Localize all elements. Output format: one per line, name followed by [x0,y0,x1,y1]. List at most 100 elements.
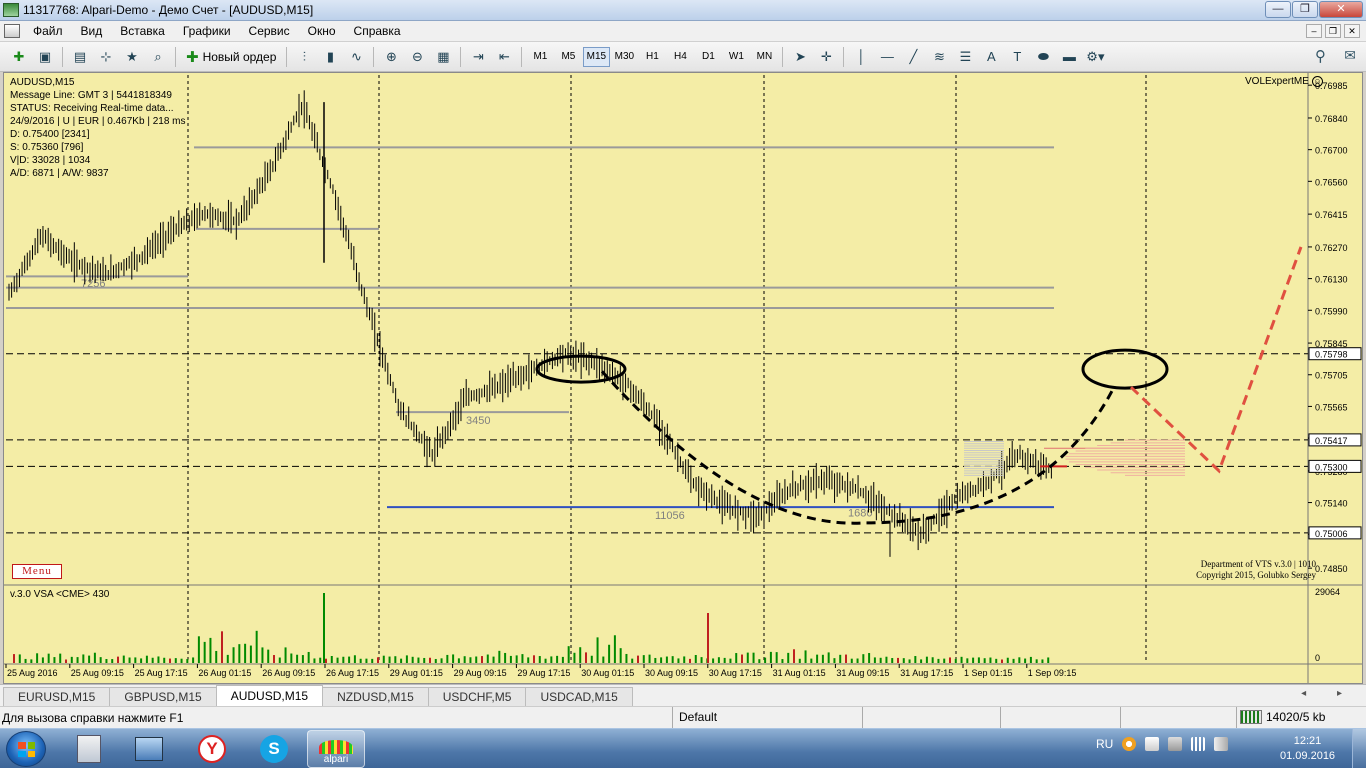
mdi-restore-button[interactable]: ❐ [1325,24,1341,38]
chart-info-block: AUDUSD,M15 Message Line: GMT 3 | 5441818… [10,76,186,180]
timeframe-mn[interactable]: MN [751,47,778,67]
time-tick-label: 31 Aug 17:15 [900,668,953,678]
new-chart-icon[interactable]: ✚ [8,46,30,68]
mdi-controls: – ❐ ✕ [1306,24,1360,38]
autoscroll-icon[interactable]: ⇥ [467,46,489,68]
show-desktop-button[interactable] [1352,729,1366,768]
subwindow-scale-top: 29064 [1315,587,1340,597]
navigator-icon[interactable]: ★ [121,46,143,68]
timeframe-m30[interactable]: M30 [611,47,638,67]
taskbar-skype[interactable]: S [245,730,303,768]
connection-status[interactable]: 14020/5 kb [1240,710,1325,724]
bar-chart-icon[interactable]: ⫶ [293,46,315,68]
action-center-icon[interactable] [1145,737,1160,751]
candlestick-icon[interactable]: ▮ [319,46,341,68]
line-chart-icon[interactable]: ∿ [345,46,367,68]
timeframe-h4[interactable]: H4 [667,47,694,67]
system-clock[interactable]: 12:21 01.09.2016 [1280,734,1335,764]
menu-view[interactable]: Вид [72,24,112,38]
tile-windows-icon[interactable]: ▦ [432,46,454,68]
menu-help[interactable]: Справка [345,24,410,38]
info-line: V|D: 33028 | 1034 [10,155,91,166]
cursor-icon[interactable]: ➤ [789,46,811,68]
text-label-tool[interactable]: T [1006,46,1028,68]
ellipse-icon[interactable]: ⬬ [1032,46,1054,68]
vertical-line-icon[interactable]: │ [850,46,872,68]
forecast-path [1129,246,1303,474]
time-tick-label: 31 Aug 09:15 [836,668,889,678]
text-tool[interactable]: A [980,46,1002,68]
expert-smiley-icon: ☺ [1311,76,1323,87]
close-button[interactable]: ✕ [1319,1,1363,18]
price-chart[interactable]: 7256345011056 16800.769850.768400.767000.… [4,73,1362,683]
cup-pattern-curve [600,370,1116,525]
minimize-button[interactable]: — [1265,1,1291,18]
menu-charts[interactable]: Графики [174,24,240,38]
taskbar-alpari[interactable]: alpari [307,730,365,768]
menu-tools[interactable]: Сервис [240,24,299,38]
time-tick-label: 26 Aug 09:15 [262,668,315,678]
channel-icon[interactable]: ≋ [928,46,950,68]
new-order-button[interactable]: ✚ Новый ордер [180,46,282,68]
chart-shift-icon[interactable]: ⇤ [493,46,515,68]
horizontal-line-icon[interactable]: — [876,46,898,68]
zoom-out-icon[interactable]: ⊖ [406,46,428,68]
tab-gbpusd[interactable]: GBPUSD,M15 [109,687,217,706]
mdi-close-button[interactable]: ✕ [1344,24,1360,38]
menu-bar: Файл Вид Вставка Графики Сервис Окно Спр… [0,21,1366,42]
price-tick-label: 0.76415 [1315,210,1348,220]
menu-insert[interactable]: Вставка [111,24,174,38]
start-button[interactable] [6,731,46,767]
shapes-dropdown-icon[interactable]: ⚙▾ [1084,46,1106,68]
volume-icon[interactable] [1214,737,1229,751]
language-indicator[interactable]: RU [1096,737,1113,751]
tray-app-icon[interactable] [1122,737,1137,751]
time-tick-label: 29 Aug 01:15 [390,668,443,678]
timeframe-m1[interactable]: M1 [527,47,554,67]
fibonacci-icon[interactable]: ☰ [954,46,976,68]
chart-window[interactable]: 7256 3450 11056 1680 0.76985 0.76840 0.76700 0.… [3,72,1363,684]
profiles-icon[interactable]: ▣ [34,46,56,68]
document-icon[interactable] [4,24,20,38]
rectangle-icon[interactable]: ▬ [1058,46,1080,68]
timeframe-w1[interactable]: W1 [723,47,750,67]
market-watch-icon[interactable]: ▤ [69,46,91,68]
crosshair-icon[interactable]: ✛ [815,46,837,68]
tab-audusd[interactable]: AUDUSD,M15 [215,685,324,706]
menu-window[interactable]: Окно [299,24,345,38]
alpari-icon: alpari [314,733,358,765]
taskbar-network[interactable] [120,730,178,768]
info-line: Message Line: GMT 3 | 5441818349 [10,90,172,101]
tab-scroll-arrows[interactable]: ◂ ▸ [1301,688,1356,699]
search-icon[interactable]: ⚲ [1315,47,1326,65]
menu-file[interactable]: Файл [24,24,72,38]
new-order-icon: ✚ [186,48,199,66]
timeframe-d1[interactable]: D1 [695,47,722,67]
chart-symbol: AUDUSD,M15 [10,77,75,88]
expert-advisor-label[interactable]: VOLExpertME ☺ [1245,76,1323,87]
price-highlight-label: 0.75006 [1315,529,1348,539]
timeframe-m15[interactable]: M15 [582,46,610,67]
zoom-in-icon[interactable]: ⊕ [380,46,402,68]
strategy-tester-icon[interactable]: ⌕ [147,46,169,68]
tab-usdchf[interactable]: USDCHF,M5 [427,687,527,706]
maximize-button[interactable]: ❐ [1292,1,1318,18]
chat-icon[interactable]: ✉ [1344,47,1356,64]
timeframe-m5[interactable]: M5 [555,47,582,67]
signal-tray-icon[interactable] [1191,737,1206,751]
taskbar-yandex[interactable]: Y [183,730,241,768]
time-tick-label: 29 Aug 09:15 [454,668,507,678]
timeframe-h1[interactable]: H1 [639,47,666,67]
tab-nzdusd[interactable]: NZDUSD,M15 [322,687,429,706]
chart-menu-button[interactable]: Menu [12,564,62,579]
data-window-icon[interactable]: ⊹ [95,46,117,68]
network-tray-icon[interactable] [1168,737,1183,751]
time-tick-label: 25 Aug 17:15 [135,668,188,678]
price-tick-label: 0.75140 [1315,499,1348,509]
tab-usdcad[interactable]: USDCAD,M15 [525,687,633,706]
tab-eurusd[interactable]: EURUSD,M15 [3,687,111,706]
taskbar-calculator[interactable] [60,730,118,768]
trendline-icon[interactable]: ╱ [902,46,924,68]
connection-traffic: 14020/5 kb [1266,710,1326,724]
mdi-minimize-button[interactable]: – [1306,24,1322,38]
